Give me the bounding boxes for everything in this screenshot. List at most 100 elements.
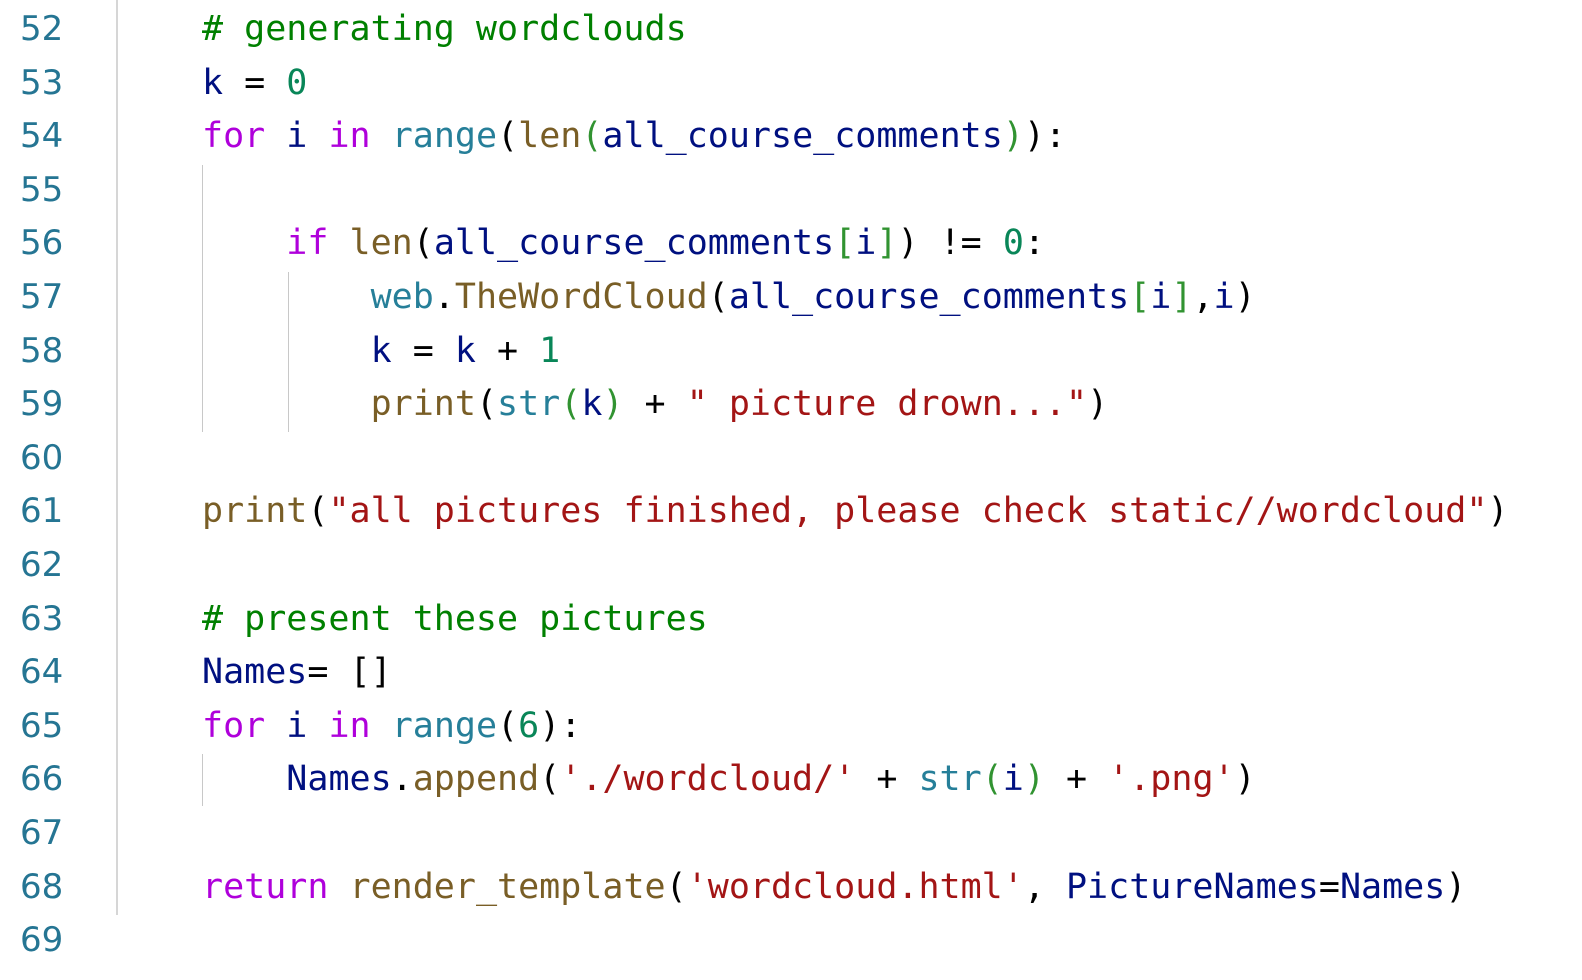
code-token: Names	[1339, 866, 1446, 907]
code-token: )	[897, 223, 919, 264]
line-number: 57	[20, 277, 64, 317]
code-token: (	[665, 866, 687, 907]
code-token: in	[328, 116, 371, 157]
code-line[interactable]: Names.append('./wordcloud/' + str(i) + '…	[202, 753, 1255, 807]
code-token: )	[1087, 384, 1109, 425]
code-token: i	[1002, 759, 1024, 800]
code-token: +	[1044, 759, 1109, 800]
line-number: 63	[20, 598, 64, 639]
code-token: all_course_comments	[433, 223, 835, 264]
code-token: =	[1318, 866, 1340, 907]
code-line[interactable]: web.TheWordCloud(all_course_comments[i],…	[202, 271, 1256, 325]
code-token: str	[497, 384, 561, 425]
code-token: .	[391, 759, 413, 800]
code-token: ]	[1171, 277, 1193, 317]
code-token: all_course_comments	[728, 277, 1130, 317]
code-token: )	[1002, 116, 1024, 157]
code-token: (	[707, 277, 729, 317]
code-token: [	[1129, 277, 1151, 317]
code-token: 'wordcloud.html'	[686, 866, 1024, 907]
gutter-divider	[116, 0, 118, 915]
code-token: )	[1023, 759, 1045, 800]
code-token: str	[918, 759, 982, 800]
line-number: 54	[20, 116, 64, 157]
line-number: 69	[20, 920, 64, 961]
code-line[interactable]: Names= []	[202, 646, 392, 700]
line-number: 56	[20, 223, 64, 264]
code-line[interactable]: k = 0	[202, 57, 307, 111]
code-token: ):	[1023, 116, 1067, 157]
code-line[interactable]: k = k + 1	[202, 325, 561, 379]
code-editor[interactable]: 52 53 54 55 56 57 58 59 60 61 62 63 64 65 66 67 68 69 # g…	[0, 0, 1582, 980]
code-token: 1	[539, 330, 561, 371]
code-line[interactable]: if len(all_course_comments[i]) != 0:	[202, 217, 1045, 271]
code-token: append	[412, 759, 540, 800]
code-token: +	[475, 330, 540, 371]
code-token: k	[370, 330, 392, 371]
code-token: :	[1023, 223, 1045, 264]
code-token: .	[433, 277, 455, 317]
code-token: if	[286, 223, 329, 264]
code-token: ):	[539, 705, 582, 746]
code-token: i	[855, 223, 877, 264]
line-number: 64	[20, 652, 64, 693]
code-token: Names	[286, 759, 392, 800]
code-token: len	[349, 223, 413, 264]
code-token: 0	[286, 62, 308, 103]
line-number: 62	[20, 545, 64, 585]
code-token: return	[202, 866, 329, 907]
code-line[interactable]: # present these pictures	[202, 593, 708, 647]
code-token: PictureNames	[1065, 866, 1319, 907]
code-token: '.png'	[1108, 759, 1235, 800]
code-line[interactable]: return render_template('wordcloud.html',…	[202, 861, 1466, 915]
line-number: 52	[20, 9, 64, 49]
code-token: =	[391, 330, 455, 371]
code-token: [	[834, 223, 856, 264]
code-line[interactable]: for i in range(6):	[202, 700, 581, 754]
code-token: (	[307, 491, 329, 532]
code-line[interactable]: print(str(k) + " picture drown...")	[202, 378, 1109, 432]
code-token: (	[981, 759, 1003, 800]
code-token: len	[518, 116, 582, 157]
line-number: 65	[20, 705, 64, 746]
code-line[interactable]: # generating wordclouds	[202, 3, 687, 57]
code-token: )	[1487, 491, 1509, 532]
code-token: (	[497, 705, 519, 746]
code-token: for	[202, 116, 266, 157]
code-token: []	[349, 652, 392, 693]
code-token: 6	[518, 705, 540, 746]
code-token: print	[370, 384, 476, 425]
code-token: (	[412, 223, 434, 264]
line-number: 53	[20, 62, 64, 103]
code-line[interactable]: for i in range(len(all_course_comments))…	[202, 110, 1066, 164]
code-token: 0	[1002, 223, 1024, 264]
code-token: "all pictures finished, please check sta…	[328, 491, 1488, 532]
code-token: web	[370, 277, 434, 317]
line-number: 59	[20, 384, 64, 425]
code-token: i	[1213, 277, 1235, 317]
line-number: 55	[20, 169, 64, 210]
line-number: 66	[20, 759, 64, 800]
code-token: =	[223, 62, 287, 103]
code-token: TheWordCloud	[454, 277, 708, 317]
code-token: i	[286, 116, 308, 157]
code-token: ,	[1023, 866, 1066, 907]
code-token: all_course_comments	[602, 116, 1003, 157]
code-token: i	[1150, 277, 1172, 317]
code-line[interactable]: print("all pictures finished, please che…	[202, 485, 1508, 539]
code-token: Names	[202, 652, 308, 693]
code-token: render_template	[349, 866, 666, 907]
line-number: 61	[20, 491, 64, 532]
code-token: (	[581, 116, 603, 157]
